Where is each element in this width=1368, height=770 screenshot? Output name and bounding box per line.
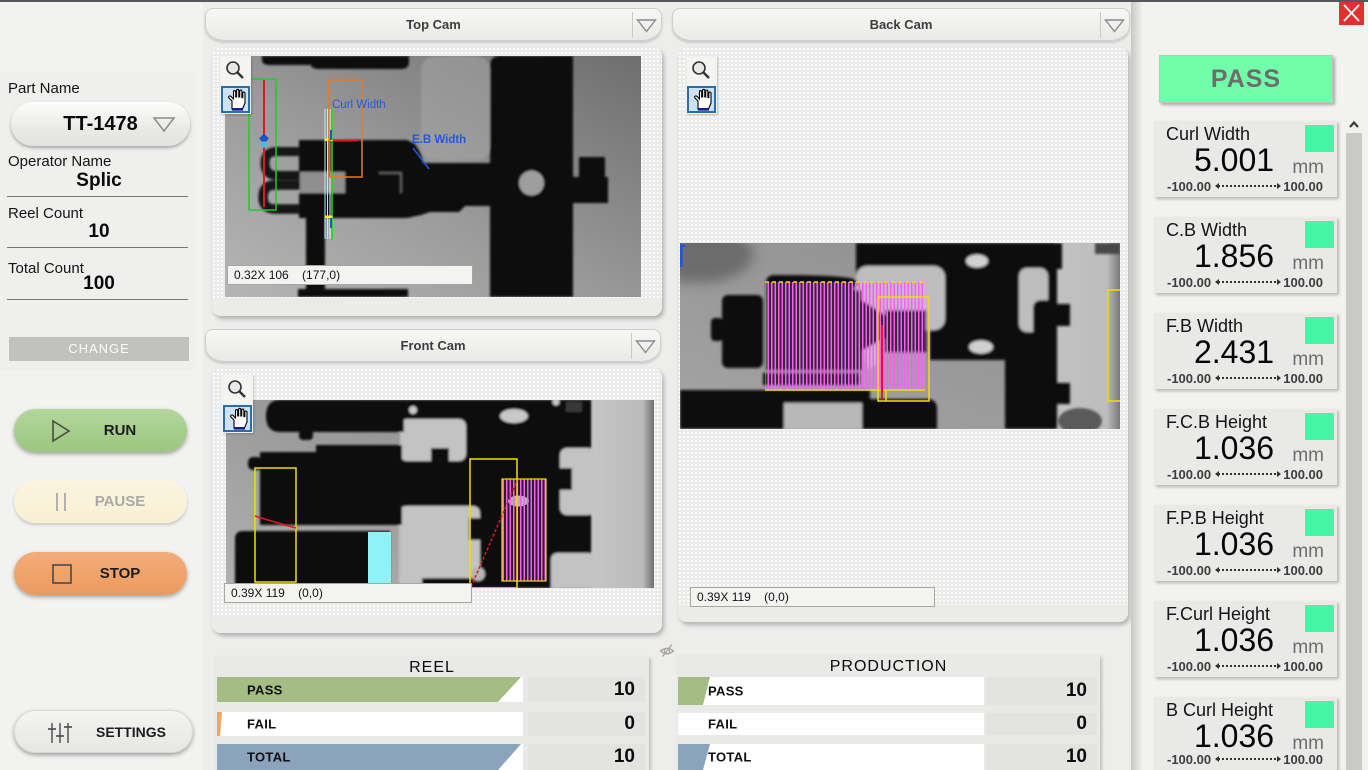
svg-text:Curl Width: Curl Width <box>332 99 386 111</box>
svg-text:E.B Width: E.B Width <box>412 134 466 146</box>
